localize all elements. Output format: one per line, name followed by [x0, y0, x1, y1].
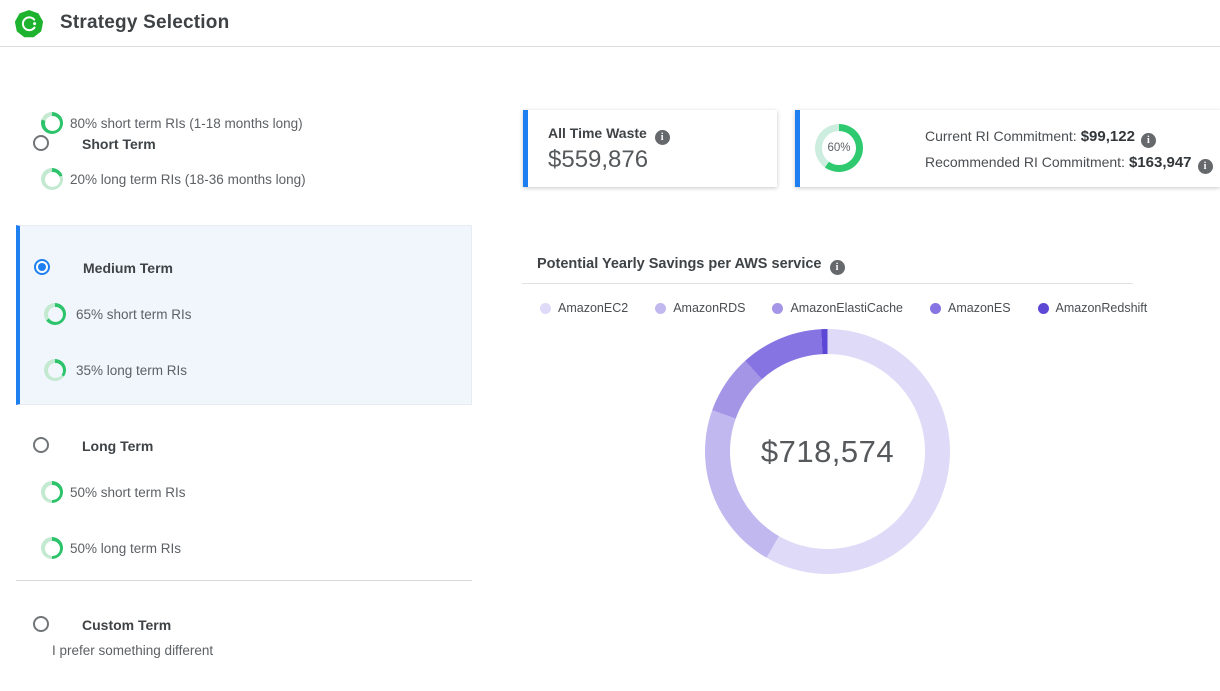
- strategy-section-short-term[interactable]: Short Term 80% short term RIs (1-18 mont…: [16, 64, 472, 215]
- chart-divider: [522, 283, 1133, 284]
- custom-term-radio[interactable]: [33, 616, 49, 632]
- custom-term-description: I prefer something different: [52, 643, 213, 658]
- commitment-lines: Current RI Commitment:$99,122i Recommend…: [925, 123, 1213, 175]
- short-term-radio[interactable]: [33, 135, 49, 151]
- ri-mix-donut: [44, 303, 66, 325]
- info-icon[interactable]: i: [1198, 159, 1213, 174]
- ri-mix-label: 50% short term RIs: [70, 485, 186, 500]
- recommended-ri-commitment: Recommended RI Commitment:$163,947i: [925, 149, 1213, 175]
- ri-commitment-card: 60% Current RI Commitment:$99,122i Recom…: [795, 110, 1220, 187]
- section-title: Medium Term: [83, 260, 173, 276]
- page-header: Strategy Selection: [0, 0, 1220, 47]
- ri-mix-donut: [41, 537, 63, 559]
- section-title: Long Term: [82, 438, 153, 454]
- strategy-section-medium-term[interactable]: Medium Term 65% short term RIs 35% long …: [16, 225, 472, 405]
- info-icon[interactable]: i: [830, 260, 845, 275]
- recommended-ri-value: $163,947: [1129, 154, 1192, 171]
- long-term-radio[interactable]: [33, 437, 49, 453]
- strategy-section-custom-term[interactable]: Custom Term I prefer something different: [16, 600, 472, 680]
- savings-donut-chart[interactable]: $718,574: [705, 329, 950, 574]
- chart-title: Potential Yearly Savings per AWS service…: [537, 256, 845, 275]
- commitment-gauge-label: 60%: [822, 131, 856, 165]
- waste-card-value: $559,876: [548, 146, 648, 174]
- legend-item-amazonelasticache[interactable]: AmazonElastiCache: [772, 301, 903, 315]
- legend-dot: [930, 303, 941, 314]
- ri-mix-label: 80% short term RIs (1-18 months long): [70, 116, 303, 131]
- strategy-section-long-term[interactable]: Long Term 50% short term RIs 50% long te…: [16, 405, 472, 570]
- section-title: Short Term: [82, 136, 156, 152]
- all-time-waste-card: All Time Waste i $559,876: [523, 110, 777, 187]
- savings-total-value: $718,574: [761, 434, 894, 470]
- ri-mix-label: 65% short term RIs: [76, 307, 192, 322]
- page-title: Strategy Selection: [60, 0, 229, 46]
- medium-term-radio[interactable]: [34, 259, 50, 275]
- ri-mix-label: 20% long term RIs (18-36 months long): [70, 172, 306, 187]
- section-divider: [16, 580, 472, 581]
- current-ri-commitment: Current RI Commitment:$99,122i: [925, 123, 1213, 149]
- ri-mix-donut: [41, 112, 63, 134]
- ri-mix-label: 50% long term RIs: [70, 541, 181, 556]
- legend-item-amazonrds[interactable]: AmazonRDS: [655, 301, 745, 315]
- legend-item-amazonec2[interactable]: AmazonEC2: [540, 301, 628, 315]
- chart-legend: AmazonEC2 AmazonRDS AmazonElastiCache Am…: [540, 301, 1147, 315]
- legend-item-amazonredshift[interactable]: AmazonRedshift: [1038, 301, 1148, 315]
- ri-mix-label: 35% long term RIs: [76, 363, 187, 378]
- legend-item-amazones[interactable]: AmazonES: [930, 301, 1011, 315]
- savings-donut-center: $718,574: [730, 354, 925, 549]
- section-title: Custom Term: [82, 617, 171, 633]
- cloudability-logo-icon: [15, 10, 43, 38]
- legend-dot: [1038, 303, 1049, 314]
- legend-dot: [540, 303, 551, 314]
- info-icon[interactable]: i: [1141, 133, 1156, 148]
- ri-mix-donut: [44, 359, 66, 381]
- legend-dot: [772, 303, 783, 314]
- info-icon[interactable]: i: [655, 130, 670, 145]
- legend-dot: [655, 303, 666, 314]
- commitment-gauge: 60%: [815, 124, 863, 172]
- waste-card-title: All Time Waste i: [548, 125, 670, 145]
- current-ri-value: $99,122: [1081, 128, 1135, 145]
- strategy-selection-page: Strategy Selection Short Term 80% short …: [0, 0, 1220, 691]
- ri-mix-donut: [41, 481, 63, 503]
- ri-mix-donut: [41, 168, 63, 190]
